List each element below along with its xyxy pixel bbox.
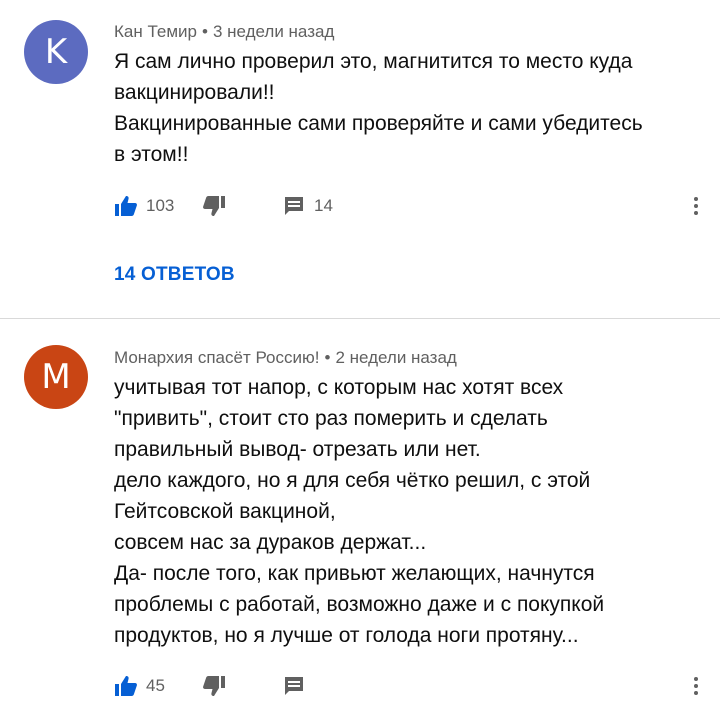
author-name[interactable]: Монархия спасёт Россию! (114, 348, 319, 367)
comment-line: учитывая тот напор, с которым нас хотят … (114, 376, 564, 399)
avatar-letter: M (41, 357, 71, 397)
thumbs-down-icon (203, 196, 225, 216)
comment-line: Я сам лично проверил это, магнитится то … (114, 50, 633, 73)
comment-actions: 103 14 (114, 192, 704, 220)
comment-divider (0, 318, 720, 319)
comment-line: правильный вывод- отрезать или нет. (114, 438, 481, 461)
separator-dot: • (324, 348, 331, 367)
thumbs-up-icon (115, 196, 137, 216)
more-vert-icon[interactable] (686, 672, 706, 700)
dislike-button[interactable] (202, 192, 226, 220)
separator-dot: • (202, 22, 208, 41)
comment-text: учитывая тот напор, с которым нас хотят … (114, 372, 694, 651)
comment-line: дело каждого, но я для себя чётко решил,… (114, 469, 591, 492)
avatar[interactable]: M (24, 345, 88, 409)
dislike-button[interactable] (202, 672, 226, 700)
avatar[interactable]: K (24, 20, 88, 84)
like-count: 103 (146, 196, 175, 215)
timestamp[interactable]: 3 недели назад (213, 22, 334, 41)
comment-icon (285, 197, 303, 215)
comment-line: Вакцинированные сами проверяйте и сами у… (114, 112, 643, 135)
comment-line: совсем нас за дураков держат... (114, 531, 427, 554)
reply-button[interactable] (282, 672, 306, 700)
like-button[interactable]: 103 (114, 192, 174, 220)
comment-line: вакцинировали!! (114, 81, 275, 104)
comment-meta: Монархия спасёт Россию! • 2 недели назад (114, 348, 457, 368)
like-button[interactable]: 45 (114, 672, 165, 700)
reply-count: 14 (314, 196, 333, 215)
comment-line: Да- после того, как привьют желающих, на… (114, 562, 595, 585)
comment-line: проблемы с работай, возможно даже и с по… (114, 593, 605, 616)
more-vert-icon[interactable] (686, 192, 706, 220)
reply-button[interactable]: 14 (282, 192, 333, 220)
author-name[interactable]: Кан Темир (114, 22, 197, 41)
avatar-letter: K (44, 32, 68, 72)
comment-line: Гейтсовской вакциной, (114, 500, 336, 523)
thumbs-up-icon (115, 676, 137, 696)
comment-line: продуктов, но я лучше от голода ноги про… (114, 624, 579, 647)
comment-line: "привить", стоит сто раз померить и сдел… (114, 407, 548, 430)
like-count: 45 (146, 676, 165, 695)
comment-text: Я сам лично проверил это, магнитится то … (114, 46, 694, 170)
comment-meta: Кан Темир • 3 недели назад (114, 22, 334, 42)
comment-line: в этом!! (114, 143, 189, 166)
view-replies-link[interactable]: 14 ОТВЕТОВ (114, 264, 235, 286)
timestamp[interactable]: 2 недели назад (335, 348, 456, 367)
thumbs-down-icon (203, 676, 225, 696)
comment-actions: 45 (114, 672, 704, 700)
comment-icon (285, 677, 303, 695)
